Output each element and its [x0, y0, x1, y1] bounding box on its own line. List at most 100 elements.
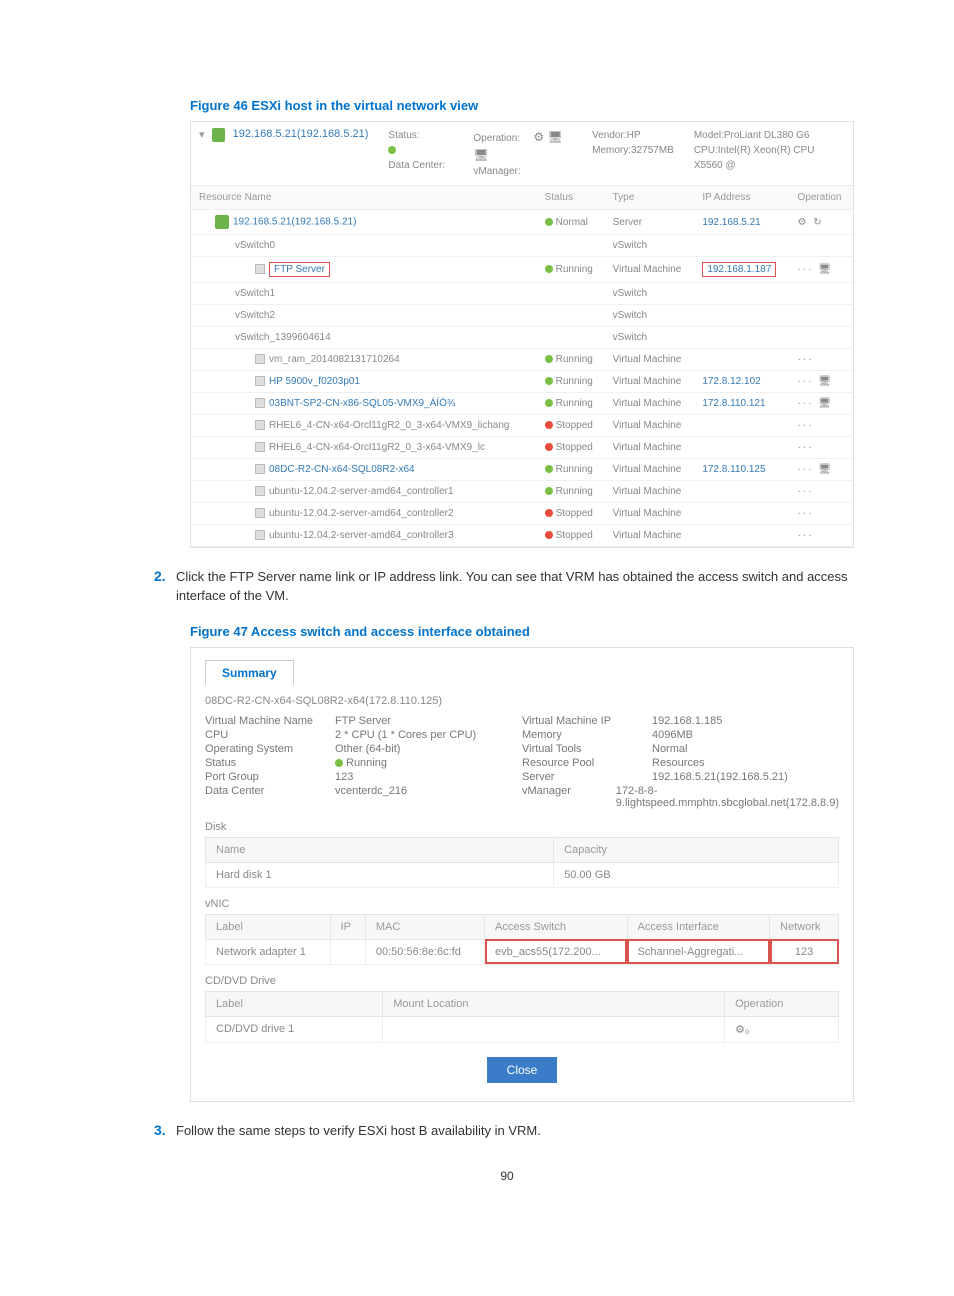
host-icon: [215, 215, 229, 229]
ip-cell: [694, 327, 789, 349]
status-dot-icon: [388, 146, 396, 154]
status-cell: Running: [537, 257, 605, 283]
table-row: vSwitch_1399604614vSwitch: [191, 327, 853, 349]
operation-cell[interactable]: ···: [790, 437, 853, 459]
property-value: FTP Server: [335, 715, 391, 727]
operation-cell[interactable]: ··· 🖥: [790, 371, 853, 393]
operation-cell[interactable]: ···: [790, 349, 853, 371]
ip-cell: [694, 503, 789, 525]
resource-name: ubuntu-12.04.2-server-amd64_controller1: [191, 481, 537, 503]
status-cell: Running: [537, 393, 605, 415]
vnic-col-label: Label: [206, 914, 331, 939]
property-key: Virtual Machine IP: [522, 715, 652, 727]
host-topbar: ▾ 192.168.5.21(192.168.5.21) Status: Dat…: [191, 122, 853, 186]
operation-cell[interactable]: ···: [790, 525, 853, 547]
resource-name[interactable]: FTP Server: [191, 257, 537, 283]
model-value: ProLiant DL380 G6: [724, 130, 810, 141]
operation-cell[interactable]: ···: [790, 503, 853, 525]
operation-cell[interactable]: ··· 🖥: [790, 459, 853, 481]
vm-icon: [255, 508, 265, 518]
property-value: Resources: [652, 757, 705, 769]
cd-operation-icon[interactable]: ⚙₀: [725, 1016, 839, 1042]
status-dot-icon: [545, 509, 553, 517]
status-label: Status:: [388, 128, 448, 143]
host-link[interactable]: 192.168.5.21(192.168.5.21): [233, 128, 369, 140]
ip-cell: [694, 349, 789, 371]
resource-name: vSwitch2: [191, 305, 537, 327]
cd-mount: [383, 1016, 725, 1042]
vm-icon: [255, 354, 265, 364]
ip-cell[interactable]: 192.168.5.21: [694, 210, 789, 235]
status-dot-icon: [545, 465, 553, 473]
status-dot-icon: [545, 487, 553, 495]
property-row: Operating SystemOther (64-bit): [205, 743, 522, 755]
operation-cell[interactable]: ⚙ ↻: [790, 210, 853, 235]
operation-label: Operation:: [473, 131, 533, 146]
type-cell: Virtual Machine: [605, 481, 695, 503]
disk-row: Hard disk 150.00 GB: [206, 862, 839, 887]
cd-table: Label Mount Location Operation CD/DVD dr…: [205, 991, 839, 1043]
type-cell: vSwitch: [605, 283, 695, 305]
vm-icon: [255, 398, 265, 408]
table-row: ubuntu-12.04.2-server-amd64_controller1R…: [191, 481, 853, 503]
summary-tab[interactable]: Summary: [205, 660, 294, 685]
vnic-section-title: vNIC: [205, 898, 839, 910]
close-button[interactable]: Close: [487, 1057, 558, 1083]
type-cell: Server: [605, 210, 695, 235]
vm-icon: [255, 442, 265, 452]
ip-cell: [694, 283, 789, 305]
operation-cell[interactable]: ···: [790, 415, 853, 437]
property-key: vManager: [522, 785, 616, 809]
memory-value: 32757MB: [631, 145, 674, 156]
resource-name: ubuntu-12.04.2-server-amd64_controller2: [191, 503, 537, 525]
host-icon: [212, 128, 225, 142]
disk-col-capacity: Capacity: [554, 837, 839, 862]
resource-name: ubuntu-12.04.2-server-amd64_controller3: [191, 525, 537, 547]
vnic-network[interactable]: 123: [770, 939, 839, 964]
vnic-col-switch: Access Switch: [485, 914, 628, 939]
ip-cell: [694, 525, 789, 547]
ip-cell[interactable]: 172.8.110.121: [694, 393, 789, 415]
operation-cell: [790, 327, 853, 349]
resource-name[interactable]: 03BNT-SP2-CN-x86-SQL05-VMX9_ÁÍÖ¾: [191, 393, 537, 415]
operation-cell[interactable]: ··· 🖥: [790, 393, 853, 415]
cd-col-mount: Mount Location: [383, 991, 725, 1016]
operation-cell[interactable]: ··· 🖥: [790, 257, 853, 283]
table-row: RHEL6_4-CN-x64-Orcl11gR2_0_3-x64-VMX9_lc…: [191, 437, 853, 459]
property-value: 4096MB: [652, 729, 693, 741]
model-label: Model:: [694, 130, 724, 141]
ip-cell[interactable]: 172.8.110.125: [694, 459, 789, 481]
memory-label: Memory:: [592, 145, 631, 156]
disk-table: NameCapacity Hard disk 150.00 GB: [205, 837, 839, 888]
table-row: HP 5900v_f0203p01RunningVirtual Machine1…: [191, 371, 853, 393]
vnic-table: Label IP MAC Access Switch Access Interf…: [205, 914, 839, 965]
type-cell: Virtual Machine: [605, 257, 695, 283]
resource-name[interactable]: 08DC-R2-CN-x64-SQL08R2-x64: [191, 459, 537, 481]
operation-cell[interactable]: ···: [790, 481, 853, 503]
property-row: vManager172-8-8-9.lightspeed.mmphtn.sbcg…: [522, 785, 839, 809]
status-cell: Running: [537, 481, 605, 503]
property-row: StatusRunning: [205, 757, 522, 769]
type-cell: Virtual Machine: [605, 525, 695, 547]
operation-cell: [790, 235, 853, 257]
resource-name[interactable]: 192.168.5.21(192.168.5.21): [191, 210, 537, 235]
status-cell: Running: [537, 349, 605, 371]
vnic-col-ip: IP: [330, 914, 365, 939]
status-cell: Stopped: [537, 415, 605, 437]
resource-name[interactable]: HP 5900v_f0203p01: [191, 371, 537, 393]
vnic-col-mac: MAC: [365, 914, 484, 939]
cd-col-operation: Operation: [725, 991, 839, 1016]
operation-cell: [790, 283, 853, 305]
property-row: Virtual ToolsNormal: [522, 743, 839, 755]
step-3-number: 3.: [154, 1122, 176, 1141]
vnic-row: Network adapter 1 00:50:56:8e:6c:fd evb_…: [206, 939, 839, 964]
table-row: 03BNT-SP2-CN-x86-SQL05-VMX9_ÁÍÖ¾RunningV…: [191, 393, 853, 415]
step-2-number: 2.: [154, 568, 176, 606]
property-value: 2 * CPU (1 * Cores per CPU): [335, 729, 476, 741]
disk-section-title: Disk: [205, 821, 839, 833]
ip-cell[interactable]: 192.168.1.187: [694, 257, 789, 283]
col-type: Type: [605, 186, 695, 210]
ip-cell[interactable]: 172.8.12.102: [694, 371, 789, 393]
collapse-icon[interactable]: ▾: [199, 128, 212, 141]
col-resource-name: Resource Name: [191, 186, 537, 210]
